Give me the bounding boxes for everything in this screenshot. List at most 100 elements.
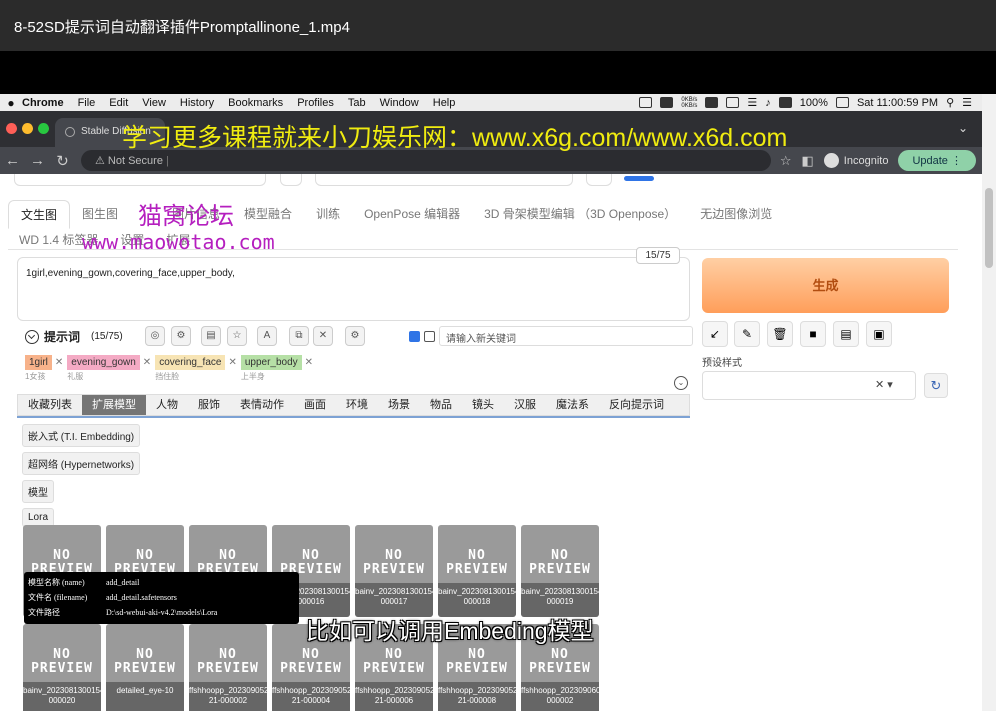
prompt-textarea[interactable]: 1girl,evening_gown,covering_face,upper_b… (17, 257, 690, 321)
lora-card[interactable]: NO PREVIEWbainv_20230813001549-000019 (521, 525, 599, 617)
clock[interactable]: Sat 11:00:59 PM (857, 97, 938, 109)
lora-card[interactable]: NO PREVIEW ffshhoopp_202309052349 21-0000… (189, 624, 267, 711)
category-tab[interactable]: 服饰 (188, 395, 230, 415)
tab-merge[interactable]: 模型融合 (232, 200, 304, 229)
screen-record-icon[interactable] (639, 97, 653, 108)
copy-icon[interactable]: ⧉ (289, 326, 309, 346)
tag-item[interactable]: covering_face ✕ 挡住脸 (155, 355, 237, 382)
scrollbar-thumb[interactable] (985, 188, 993, 268)
menu-history[interactable]: History (180, 97, 214, 109)
tab-3d-openpose[interactable]: 3D 骨架模型编辑 （3D Openpose） (472, 200, 688, 229)
category-tab[interactable]: 镜头 (462, 395, 504, 415)
category-tab[interactable]: 画面 (294, 395, 336, 415)
text-edit-icon[interactable]: A (257, 326, 277, 346)
menu-tab[interactable]: Tab (348, 97, 366, 109)
category-tab[interactable]: 收藏列表 (18, 395, 82, 415)
option-checkbox[interactable] (424, 330, 435, 342)
app-icon[interactable] (660, 97, 674, 108)
category-tab[interactable]: 汉服 (504, 395, 546, 415)
red-card-icon[interactable]: ■ (800, 321, 826, 347)
tab-search-chevron-icon[interactable]: ⌄ (958, 121, 968, 135)
close-window-icon[interactable] (6, 123, 17, 134)
clock-icon[interactable] (726, 97, 740, 108)
remove-tag-icon[interactable]: ✕ (55, 357, 63, 368)
menu-file[interactable]: File (78, 97, 96, 109)
tag-item[interactable]: evening_gown ✕ 礼服 (67, 355, 151, 382)
favorite-icon[interactable]: ☆ (227, 326, 247, 346)
model-select-stub[interactable] (14, 174, 266, 186)
lora-card[interactable]: NO PREVIEWbainv_20230813001549-000018 (438, 525, 516, 617)
forward-icon[interactable]: → (25, 152, 50, 169)
note-icon[interactable]: ▤ (833, 321, 859, 347)
refresh-stub[interactable] (280, 174, 302, 186)
menu-view[interactable]: View (142, 97, 166, 109)
history-icon[interactable]: ▤ (201, 326, 221, 346)
remove-tag-icon[interactable]: ✕ (305, 357, 313, 368)
subtab-hypernetworks[interactable]: 超网络 (Hypernetworks) (22, 452, 141, 475)
tag-item[interactable]: upper_body ✕ 上半身 (240, 355, 313, 382)
tag-name[interactable]: 1girl (25, 355, 52, 370)
menu-profiles[interactable]: Profiles (297, 97, 334, 109)
search-icon[interactable]: ⚲ (946, 96, 954, 109)
tab-image-browser[interactable]: 无边图像浏览 (688, 200, 784, 229)
options-gear-icon[interactable]: ⚙ (345, 326, 365, 346)
preset-style-select[interactable]: ✕ ▾ (702, 371, 916, 400)
sync-icon[interactable] (778, 97, 792, 108)
generate-button[interactable]: 生成 (702, 258, 949, 313)
arrow-in-icon[interactable]: ↙ (702, 321, 728, 347)
reload-icon[interactable]: ↻ (50, 152, 75, 170)
vae-select-stub[interactable] (315, 174, 573, 186)
refresh-icon[interactable]: ↻ (924, 373, 948, 398)
tag-item[interactable]: 1girl ✕ 1女孩 (25, 355, 63, 382)
chevron-down-icon[interactable]: ⌄ (674, 376, 688, 390)
update-button[interactable]: Update ⋮ (898, 150, 976, 171)
maximize-window-icon[interactable] (38, 123, 49, 134)
menu-bookmarks[interactable]: Bookmarks (228, 97, 283, 109)
tag-name[interactable]: upper_body (240, 355, 302, 370)
bookmark-star-icon[interactable]: ☆ (780, 153, 792, 169)
remove-tag-icon[interactable]: ✕ (143, 357, 151, 368)
category-tab[interactable]: 表情动作 (230, 395, 294, 415)
category-tab[interactable]: 环境 (336, 395, 378, 415)
settings-gear-icon[interactable]: ⚙ (171, 326, 191, 346)
battery-icon[interactable] (835, 97, 849, 108)
menu-edit[interactable]: Edit (109, 97, 128, 109)
new-keyword-input[interactable]: 请输入新关键词 (439, 326, 693, 346)
lora-card[interactable]: NO PREVIEW detailed_eye-10 (106, 624, 184, 711)
incognito-indicator[interactable]: Incognito (823, 153, 888, 168)
back-icon[interactable]: ← (0, 152, 25, 169)
category-tab-active[interactable]: 扩展模型 (82, 395, 146, 415)
side-panel-icon[interactable]: ◧ (802, 153, 814, 169)
tab-train[interactable]: 训练 (304, 200, 352, 229)
edit-style-icon[interactable]: ✎ (734, 321, 760, 347)
minimize-window-icon[interactable] (22, 123, 33, 134)
apple-icon[interactable]: ● (0, 96, 22, 110)
tag-name[interactable]: evening_gown (67, 355, 140, 370)
trash-icon[interactable]: 🗑 (767, 321, 793, 347)
tab-txt2img[interactable]: 文生图 (8, 200, 71, 229)
save-icon[interactable]: ▣ (866, 321, 892, 347)
menu-chrome[interactable]: Chrome (22, 97, 64, 109)
lora-card[interactable]: NO PREVIEW bainv_20230813001549-000020 (23, 624, 101, 711)
input-method-icon[interactable] (705, 97, 719, 108)
category-tab[interactable]: 物品 (420, 395, 462, 415)
translate-globe-icon[interactable]: ◎ (145, 326, 165, 346)
category-tab[interactable]: 反向提示词 (599, 395, 674, 415)
menu-window[interactable]: Window (380, 97, 419, 109)
control-center-icon[interactable]: ☰ (962, 96, 972, 109)
panel-header[interactable]: 提示词 (15/75) (25, 328, 123, 345)
volume-icon[interactable]: ♪ (765, 97, 771, 109)
tab-img2img[interactable]: 图生图 (70, 200, 130, 229)
tag-name[interactable]: covering_face (155, 355, 226, 370)
category-tab[interactable]: 场景 (378, 395, 420, 415)
trash-icon[interactable]: ✕ (313, 326, 333, 346)
collapse-icon[interactable] (25, 329, 39, 344)
wifi-icon[interactable]: ☰ (747, 96, 757, 109)
translate-checkbox[interactable] (409, 330, 420, 342)
tab-openpose[interactable]: OpenPose 编辑器 (352, 200, 472, 229)
button-stub[interactable] (586, 174, 612, 186)
scrollbar[interactable] (982, 94, 996, 711)
category-tab[interactable]: 魔法系 (546, 395, 599, 415)
lora-card[interactable]: NO PREVIEWbainv_20230813001549-000017 (355, 525, 433, 617)
slider-stub[interactable] (624, 174, 959, 186)
